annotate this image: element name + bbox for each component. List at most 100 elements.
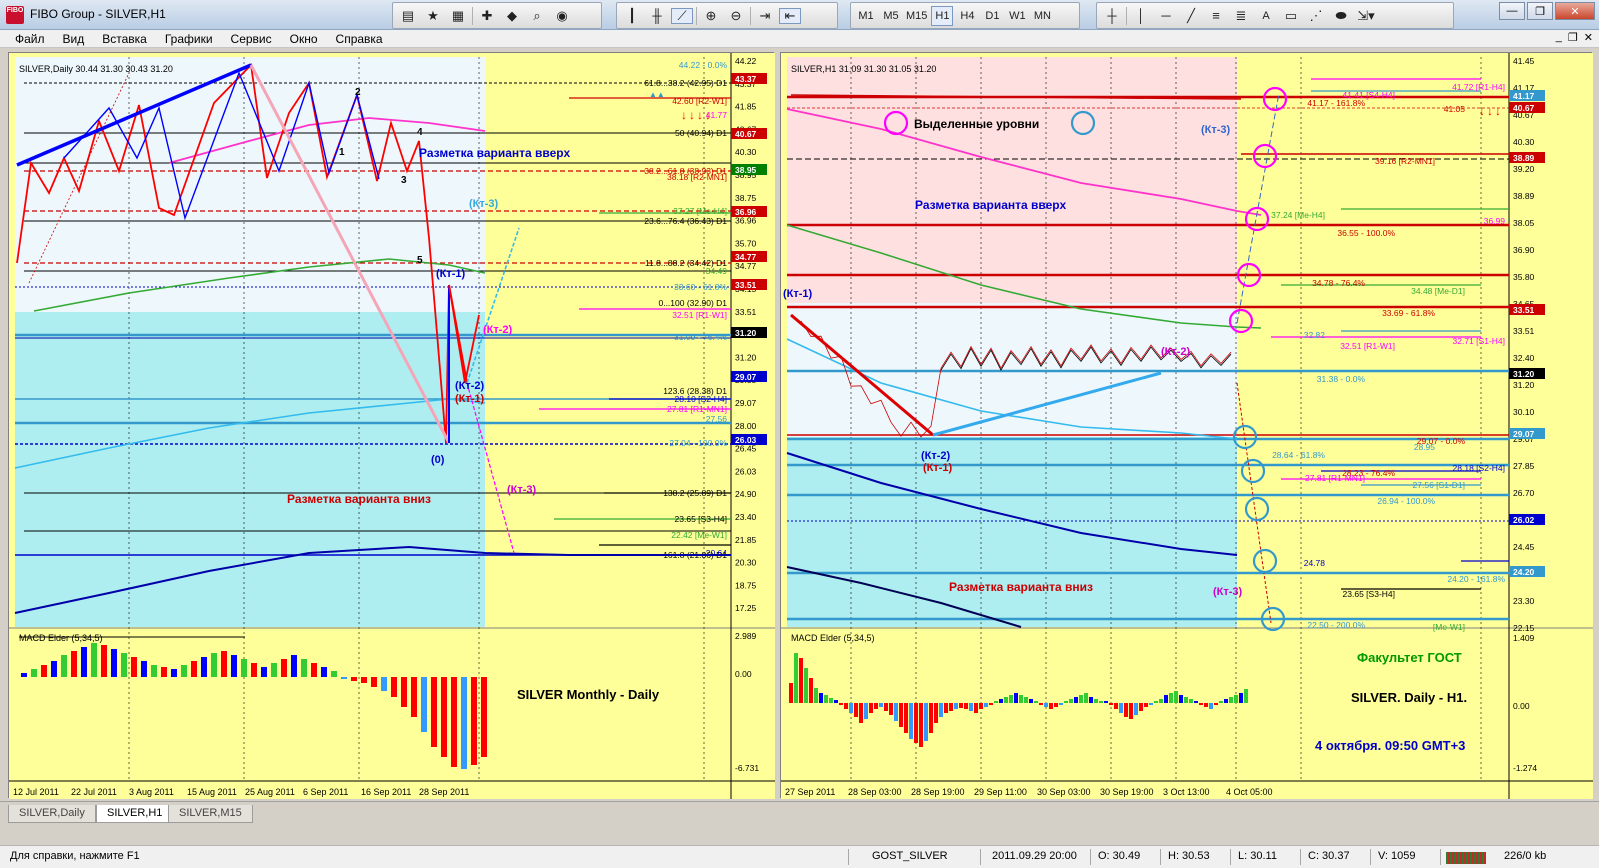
navigator-icon[interactable]: ⌕ <box>526 8 548 24</box>
profiles-icon[interactable]: ★ <box>422 8 444 24</box>
ellipse-icon[interactable]: ⬬ <box>1330 8 1352 24</box>
timeframe-m1-button[interactable]: M1 <box>855 6 877 26</box>
macd-bar <box>899 703 903 727</box>
chart-silver-h1[interactable]: 41.72 [R1-H4] 41.41 [S4-H4] 41.17 - 161.8%… <box>780 52 1593 799</box>
new-chart-icon[interactable]: ▤ <box>397 8 419 24</box>
time-axis-tick: 25 Aug 2011 <box>245 787 295 797</box>
tab-silver-daily[interactable]: SILVER,Daily <box>8 805 96 823</box>
price-axis-tick: 39.20 <box>1513 164 1535 174</box>
maximize-icon[interactable]: ❐ <box>1527 2 1553 20</box>
macd-bar <box>994 701 998 703</box>
price-tag-label: 31.20 <box>1513 369 1535 379</box>
menu-view[interactable]: Вид <box>54 32 94 46</box>
macd-bar <box>1179 695 1183 703</box>
price-axis-tick: 27.85 <box>1513 461 1535 471</box>
vertical-line-icon[interactable]: │ <box>1130 8 1152 24</box>
macd-axis-tick: -6.731 <box>735 763 759 773</box>
macd-bar <box>914 703 918 743</box>
tab-silver-m15[interactable]: SILVER,M15 <box>168 805 253 823</box>
status-low: L: 30.11 <box>1238 850 1277 862</box>
chart-shift-icon[interactable]: ⇤ <box>779 7 801 24</box>
legend-text: Выделенные уровни <box>914 117 1039 131</box>
minimize-icon[interactable]: — <box>1499 2 1525 20</box>
zoom-out-icon[interactable]: ⊖ <box>725 8 747 24</box>
macd-bar <box>1089 697 1093 703</box>
kt3-up-label: (Кт-3) <box>469 198 499 210</box>
text-label-icon[interactable]: ▭ <box>1280 8 1302 24</box>
menu-window[interactable]: Окно <box>281 32 327 46</box>
market-watch-icon[interactable]: ▦ <box>447 8 469 24</box>
toolbar-separator <box>696 6 697 25</box>
mdi-close-icon[interactable]: ✕ <box>1584 31 1593 44</box>
expert-advisors-icon[interactable]: ◆ <box>501 8 523 24</box>
timeframe-m5-button[interactable]: M5 <box>880 6 902 26</box>
macd-bar <box>141 661 147 677</box>
candlestick-icon[interactable]: ╫ <box>646 8 668 24</box>
level-label: 27.04 - 100.0% <box>669 438 727 448</box>
macd-bar <box>889 703 893 715</box>
menu-file[interactable]: Файл <box>6 32 54 46</box>
text-tool-button[interactable]: A <box>1255 6 1277 26</box>
menu-help[interactable]: Справка <box>327 32 392 46</box>
macd-axis-tick: 2.989 <box>735 631 757 641</box>
timeframe-mn-button[interactable]: MN <box>1031 6 1053 26</box>
price-axis-tick: 31.20 <box>735 352 757 362</box>
time-axis-tick: 6 Sep 2011 <box>303 787 348 797</box>
signal-arrow: ↓ <box>1479 104 1485 118</box>
down-variant-label: Разметка варианта вниз <box>949 580 1093 594</box>
level-label: 34.49 <box>706 266 728 276</box>
menu-charts[interactable]: Графики <box>156 32 222 46</box>
timeframe-h4-button[interactable]: H4 <box>956 6 978 26</box>
arrows-dropdown-icon[interactable]: ⇲▾ <box>1355 8 1377 24</box>
level-label: 42.60 [R2-W1] <box>672 96 727 106</box>
price-axis-tick: 35.70 <box>735 238 757 248</box>
mdi-minimize-icon[interactable]: _ <box>1556 31 1562 44</box>
status-high: H: 30.53 <box>1168 850 1210 862</box>
auto-scroll-icon[interactable]: ⇥ <box>754 8 776 24</box>
macd-bar <box>1214 703 1218 705</box>
macd-bar <box>71 651 77 677</box>
timeframe-m15-button[interactable]: M15 <box>905 6 928 26</box>
fibo-fan-icon[interactable]: ⋰ <box>1305 8 1327 24</box>
time-axis-tick: 15 Aug 2011 <box>187 787 237 797</box>
trendline-icon[interactable]: ╱ <box>1180 8 1202 24</box>
line-chart-icon[interactable]: ⟋ <box>671 7 693 24</box>
equidistant-channel-icon[interactable]: ≡ <box>1205 8 1227 24</box>
macd-bar <box>979 703 983 709</box>
tab-silver-h1[interactable]: SILVER,H1 <box>96 805 174 823</box>
macd-bar <box>1229 697 1233 703</box>
macd-bar <box>461 677 467 769</box>
crosshair-icon[interactable]: ┼ <box>1101 8 1123 24</box>
price-axis-tick: 30.10 <box>1513 407 1535 417</box>
strategy-tester-icon[interactable]: ◉ <box>551 8 573 24</box>
menu-insert[interactable]: Вставка <box>93 32 156 46</box>
menu-tools[interactable]: Сервис <box>222 32 281 46</box>
level-label: 20.64 <box>706 548 728 558</box>
horizontal-line-icon[interactable]: ─ <box>1155 8 1177 24</box>
chart-silver-daily[interactable]: 44.22 - 0.0% 61.8...38.2 (42.95) D1 42.60 … <box>8 52 775 799</box>
timeframe-w1-button[interactable]: W1 <box>1006 6 1028 26</box>
macd-bar <box>1019 695 1023 703</box>
timeframe-d1-button[interactable]: D1 <box>981 6 1003 26</box>
close-icon[interactable]: ✕ <box>1555 2 1595 20</box>
mdi-restore-icon[interactable]: ❐ <box>1568 31 1578 44</box>
time-axis-tick: 28 Sep 03:00 <box>848 787 902 797</box>
bar-chart-icon[interactable]: ┃ <box>621 8 643 24</box>
macd-bar <box>181 665 187 677</box>
level-label: 22.42 [Me-W1] <box>671 530 727 540</box>
right-chart-canvas[interactable]: 41.72 [R1-H4]41.41 [S4-H4]41.17 - 161.8%… <box>781 53 1593 799</box>
chart-header: SILVER,H1 31.09 31.30 31.05 31.20 <box>791 64 936 74</box>
price-axis-tick: 20.30 <box>735 558 757 568</box>
level-label: 28.10 [S2-H4] <box>675 394 727 404</box>
date-text: 4 октября. 09:50 GMT+3 <box>1315 738 1465 753</box>
timeframe-h1-button[interactable]: H1 <box>931 5 954 26</box>
fibonacci-icon[interactable]: ≣ <box>1230 8 1252 24</box>
price-axis-tick: 40.30 <box>1513 137 1535 147</box>
chart-header: SILVER,Daily 30.44 31.30 30.43 31.20 <box>19 64 173 74</box>
zoom-in-icon[interactable]: ⊕ <box>700 8 722 24</box>
kt1-down-label: (Кт-1) <box>923 462 953 474</box>
left-chart-canvas[interactable]: 44.22 - 0.0% 61.8...38.2 (42.95) D1 42.60 … <box>9 53 775 799</box>
new-order-icon[interactable]: ✚ <box>476 8 498 24</box>
macd-bar <box>824 695 828 703</box>
macd-bar <box>121 653 127 677</box>
